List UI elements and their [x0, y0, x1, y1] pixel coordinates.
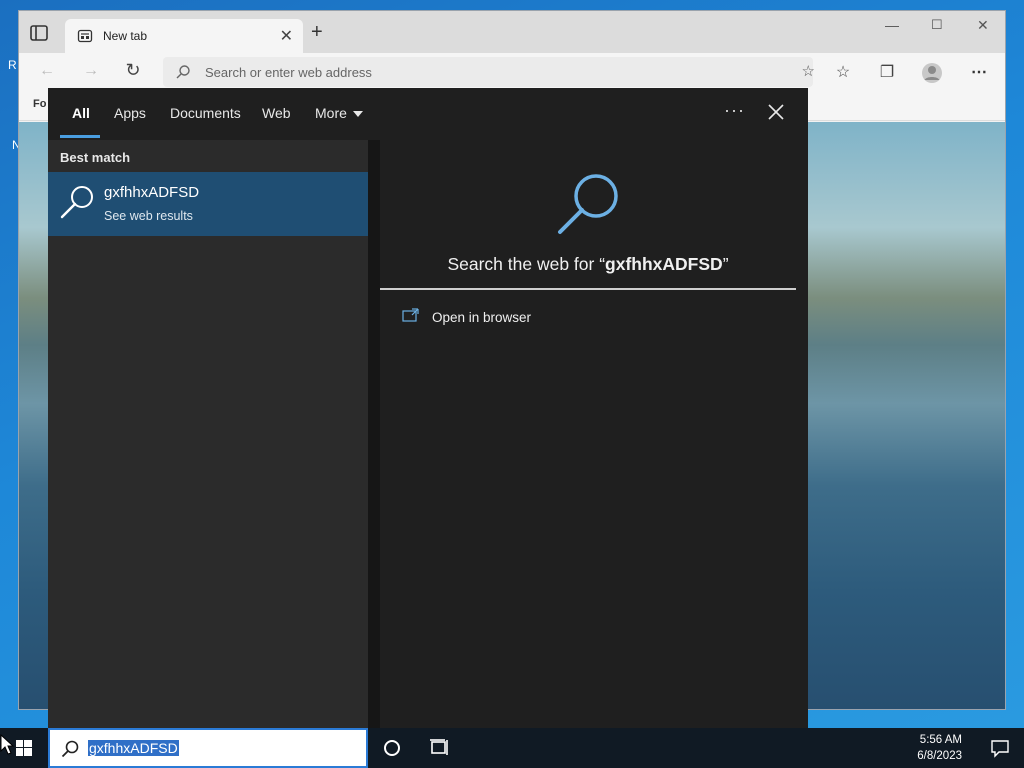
search-icon — [176, 65, 190, 79]
more-options-icon[interactable]: ··· — [724, 100, 745, 121]
collections-icon[interactable]: ❐ — [877, 62, 897, 82]
avatar[interactable] — [921, 62, 942, 83]
mouse-cursor-icon — [0, 734, 14, 755]
system-clock[interactable]: 5:56 AM 6/8/2023 — [917, 732, 962, 764]
add-favorite-icon[interactable]: ☆ — [802, 62, 815, 80]
close-tab-icon[interactable]: ✕ — [280, 26, 293, 46]
minimize-icon[interactable]: — — [885, 17, 899, 33]
preview-pane: Search the web for “gxfhhxADFSD” Open in… — [380, 152, 796, 728]
preview-divider — [380, 288, 796, 290]
tab-all[interactable]: All — [72, 105, 90, 121]
search-web-query: gxfhhxADFSD — [605, 254, 723, 274]
search-icon — [61, 740, 79, 758]
tab-actions-icon[interactable] — [29, 23, 49, 43]
open-external-icon — [402, 308, 419, 322]
search-flyout: All Apps Documents Web More ··· Best mat… — [48, 88, 808, 728]
desktop-icon-label: R — [8, 58, 17, 72]
new-tab-button[interactable]: + — [311, 22, 323, 42]
more-options-icon[interactable]: ⋯ — [969, 62, 989, 82]
notifications-icon[interactable] — [990, 738, 1010, 758]
search-web-suffix: ” — [722, 254, 729, 274]
open-in-browser-label: Open in browser — [432, 310, 532, 325]
best-match-item[interactable]: gxfhhxADFSD See web results — [48, 172, 368, 236]
close-window-icon[interactable]: ✕ — [977, 17, 989, 34]
close-icon[interactable] — [766, 102, 786, 122]
browser-toolbar: ← → ↻ Search or enter web address ☆ ☆ ❐ … — [19, 53, 1005, 91]
back-icon[interactable]: ← — [37, 62, 57, 82]
chevron-down-icon — [352, 111, 363, 118]
tab-apps[interactable]: Apps — [114, 105, 146, 121]
taskbar: gxfhhxADFSD 5:56 AM 6/8/2023 — [0, 728, 1024, 768]
cortana-icon[interactable] — [368, 728, 416, 768]
maximize-icon[interactable]: ☐ — [931, 17, 943, 33]
results-list: Best match gxfhhxADFSD See web results — [48, 140, 368, 728]
search-icon — [60, 186, 93, 219]
search-icon — [558, 174, 618, 234]
tab-documents[interactable]: Documents — [170, 105, 241, 121]
pane-divider — [368, 140, 380, 728]
best-match-title: gxfhhxADFSD — [104, 184, 200, 201]
search-input[interactable]: gxfhhxADFSD — [88, 740, 179, 756]
taskbar-search-box[interactable]: gxfhhxADFSD — [48, 728, 368, 768]
tab-title: New tab — [103, 29, 148, 43]
tab-more[interactable]: More — [315, 105, 363, 121]
forward-icon[interactable]: → — [81, 62, 101, 82]
open-in-browser-action[interactable]: Open in browser — [380, 302, 796, 334]
task-view-icon[interactable] — [416, 728, 464, 768]
refresh-icon[interactable]: ↻ — [123, 60, 143, 80]
tab-web[interactable]: Web — [262, 105, 291, 121]
active-tab-indicator — [60, 135, 100, 138]
address-bar[interactable]: Search or enter web address ☆ — [163, 57, 815, 87]
best-match-heading: Best match — [60, 150, 131, 165]
search-web-prefix: Search the web for “ — [447, 254, 606, 274]
best-match-subtitle: See web results — [104, 209, 193, 223]
clock-time: 5:56 AM — [919, 734, 962, 746]
favorites-bar-label[interactable]: Fo — [33, 98, 46, 110]
favorites-icon[interactable]: ☆ — [833, 62, 853, 82]
clock-date: 6/8/2023 — [917, 750, 962, 762]
search-filter-bar: All Apps Documents Web More ··· — [48, 88, 808, 140]
tab-strip: New tab ✕ + — ☐ ✕ — [19, 11, 1005, 53]
search-web-heading: Search the web for “gxfhhxADFSD” — [380, 254, 796, 275]
tab-more-label: More — [315, 105, 347, 121]
tab-new-tab[interactable]: New tab ✕ — [65, 19, 303, 53]
new-tab-icon — [77, 29, 93, 43]
address-placeholder: Search or enter web address — [205, 65, 372, 80]
